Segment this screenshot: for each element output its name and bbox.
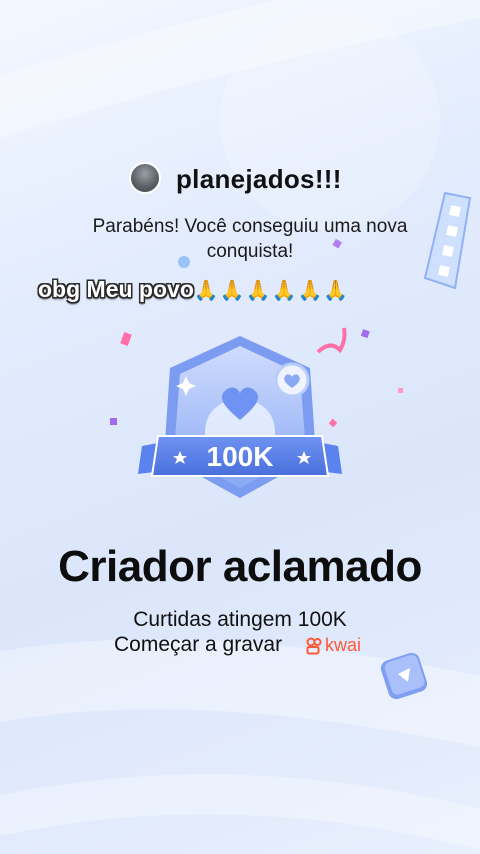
achievement-description: Curtidas atingem 100K bbox=[133, 608, 347, 631]
caption-overlay: obg Meu povo🙏🙏🙏🙏🙏🙏 bbox=[38, 276, 349, 303]
username[interactable]: planejados!!! bbox=[176, 164, 342, 195]
avatar[interactable] bbox=[129, 162, 161, 194]
pray-emoji: 🙏🙏🙏🙏🙏🙏 bbox=[193, 278, 350, 302]
caption-text: obg Meu povo bbox=[38, 276, 194, 302]
kwai-brand-text: kwai bbox=[325, 635, 362, 655]
start-recording-text[interactable]: Começar a gravar bbox=[114, 633, 282, 657]
achievement-badge: 100K bbox=[138, 336, 342, 498]
film-strip-icon bbox=[423, 191, 472, 290]
subtitle-line-1: Parabéns! Você conseguiu uma nova bbox=[92, 216, 408, 237]
kwai-logo-icon bbox=[306, 637, 322, 654]
achievement-subtitle: Parabéns! Você conseguiu uma nova conqui… bbox=[60, 214, 440, 264]
subtitle-line-2: conquista! bbox=[206, 241, 294, 262]
badge-label: 100K bbox=[207, 441, 274, 472]
achievement-title: Criador aclamado bbox=[58, 542, 422, 591]
play-icon bbox=[380, 652, 428, 700]
kwai-logo: kwai bbox=[306, 635, 361, 656]
